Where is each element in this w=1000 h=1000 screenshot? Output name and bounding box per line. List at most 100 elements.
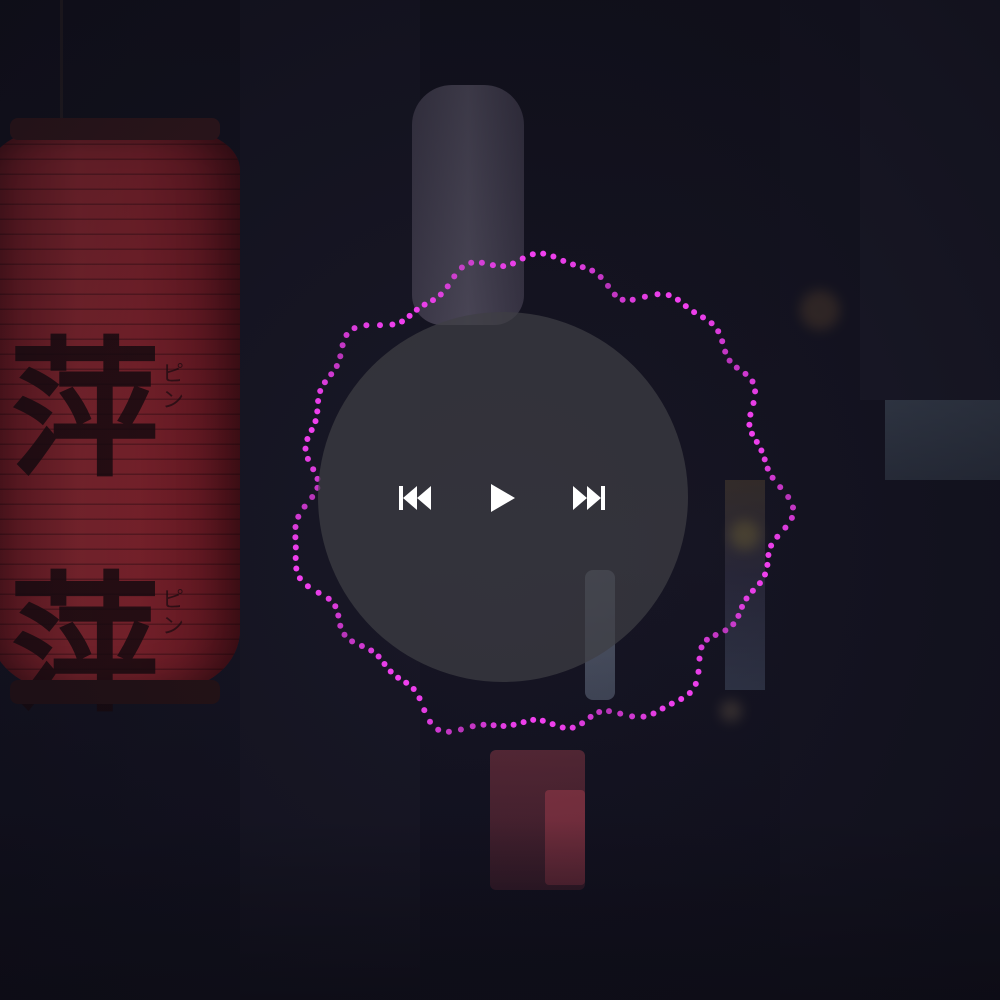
visualizer-dot [785, 494, 792, 500]
visualizer-dot [698, 644, 705, 651]
visualizer-dot [293, 565, 300, 572]
skip-previous-icon [398, 484, 432, 512]
visualizer-dot [597, 274, 604, 280]
visualizer-dot [292, 524, 299, 530]
visualizer-dot [480, 721, 487, 728]
visualizer-dot [469, 723, 476, 730]
visualizer-dot [665, 292, 672, 299]
visualizer-dot [749, 378, 756, 385]
visualizer-dot [691, 309, 698, 316]
visualizer-dot [708, 320, 715, 327]
visualizer-dot [304, 436, 311, 442]
visualizer-dot [752, 388, 759, 395]
visualizer-dot [686, 690, 693, 696]
next-track-button[interactable] [572, 484, 606, 512]
visualizer-dot [668, 700, 675, 707]
visualizer-dot [774, 533, 781, 540]
play-button[interactable] [488, 482, 518, 514]
visualizer-dot [529, 251, 536, 258]
visualizer-dot [719, 338, 726, 345]
visualizer-dot [747, 411, 754, 418]
visualizer-dot [606, 708, 612, 715]
visualizer-dot [650, 710, 657, 717]
visualizer-dot [769, 474, 776, 481]
visualizer-dot [739, 603, 745, 610]
visualizer-dot [765, 552, 772, 558]
visualizer-dot [726, 357, 733, 364]
visualizer-dot [761, 456, 768, 463]
visualizer-dot [427, 718, 433, 725]
visualizer-dot [579, 720, 586, 727]
visualizer-dot [451, 273, 458, 280]
visualizer-dot [654, 291, 661, 298]
previous-track-button[interactable] [398, 484, 432, 512]
visualizer-dot [712, 632, 719, 638]
visualizer-dot [589, 267, 596, 274]
visualizer-dot [540, 250, 547, 257]
visualizer-dot [444, 283, 451, 290]
visualizer-dot [696, 655, 703, 662]
visualizer-dot [715, 328, 722, 335]
visualizer-dot [605, 282, 611, 289]
visualizer-dot [629, 713, 636, 720]
visualizer-dot [539, 717, 546, 724]
visualizer-dot [768, 542, 775, 549]
visualizer-dot [749, 430, 755, 437]
visualizer-dot [730, 621, 737, 628]
skip-next-icon [572, 484, 606, 512]
visualizer-dot [742, 370, 749, 377]
visualizer-dot [782, 524, 789, 531]
visualizer-dot [743, 595, 750, 602]
visualizer-dot [764, 561, 771, 568]
visualizer-dot [617, 710, 624, 717]
visualizer-dot [746, 421, 753, 428]
visualizer-dot [549, 721, 556, 728]
visualizer-dot [722, 627, 729, 634]
visualizer-dot [430, 297, 436, 304]
visualizer-dot [640, 713, 647, 720]
visualizer-dot [611, 291, 618, 298]
visualizer-dot [750, 400, 757, 406]
visualizer-dot [753, 438, 760, 445]
visualizer-dot [489, 262, 496, 269]
visualizer-dot [619, 296, 626, 303]
visualizer-dot [500, 723, 507, 729]
visualizer-dot [510, 260, 516, 267]
visualizer-dot [703, 636, 710, 643]
visualizer-dot [700, 314, 706, 321]
visualizer-dot [678, 696, 685, 702]
visualizer-dot [530, 716, 537, 723]
visualizer-dot [788, 514, 795, 521]
visualizer-dot [295, 513, 302, 520]
visualizer-dot [437, 291, 444, 298]
visualizer-dot [756, 580, 763, 587]
visualizer-dot [421, 301, 428, 308]
visualizer-dot [758, 447, 765, 454]
play-icon [488, 482, 518, 514]
visualizer-dot [587, 713, 594, 720]
visualizer-dot [445, 728, 452, 735]
visualizer-dot [569, 724, 576, 731]
visualizer-dot [435, 726, 442, 733]
visualizer-dot [468, 259, 475, 266]
visualizer-dot [310, 466, 317, 473]
visualizer-dot [458, 264, 465, 271]
visualizer-dot [733, 364, 740, 371]
visualizer-dot [735, 612, 742, 619]
visualizer-dot [550, 253, 557, 260]
visualizer-dot [421, 707, 428, 714]
visualizer-dot [301, 503, 308, 510]
player-scene: 萍 ピン 萍 ピン [0, 0, 1000, 1000]
visualizer-dot [695, 668, 702, 675]
visualizer-dot [641, 293, 648, 300]
visualizer-dot [629, 296, 636, 303]
visualizer-dot [659, 705, 666, 712]
visualizer-dot [416, 695, 423, 702]
visualizer-dot [292, 534, 299, 541]
visualizer-dot [478, 259, 485, 266]
visualizer-dot [490, 722, 497, 729]
visualizer-dot [762, 571, 768, 578]
visualizer-dot [579, 264, 586, 271]
visualizer-dot [457, 726, 464, 733]
visualizer-dot [304, 455, 311, 462]
